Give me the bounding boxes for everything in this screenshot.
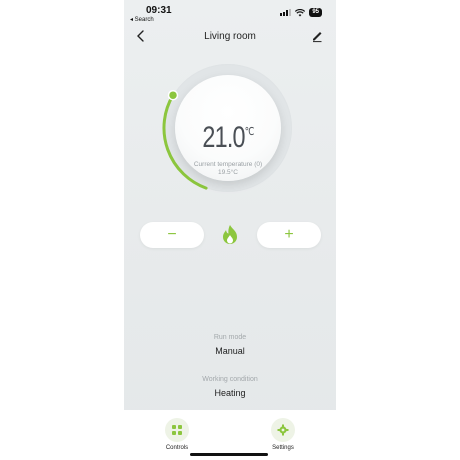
run-mode-value[interactable]: Manual: [124, 346, 336, 356]
signal-icon: [280, 9, 292, 16]
grid-icon: [165, 418, 189, 442]
gear-icon: [271, 418, 295, 442]
edit-pencil-icon[interactable]: [310, 29, 324, 43]
battery-badge: 95: [309, 8, 322, 17]
setpoint-temperature: 21.0℃: [187, 121, 270, 155]
tab-controls[interactable]: Controls: [152, 418, 202, 451]
run-mode-label: Run mode: [213, 334, 247, 341]
wifi-icon: [295, 8, 306, 16]
dial-face: 21.0℃ Current temperature (0) 19.5°C: [175, 75, 281, 181]
tab-controls-label: Controls: [165, 445, 189, 451]
working-condition-value: Heating: [214, 388, 246, 398]
setpoint-value: 21.0: [202, 121, 245, 154]
dial-handle[interactable]: [167, 89, 179, 101]
decrease-temperature-button[interactable]: −: [140, 222, 204, 248]
status-icons: 95: [280, 8, 322, 17]
tab-settings[interactable]: Settings: [258, 418, 308, 451]
status-time: 09:31: [146, 5, 172, 16]
back-to-app-link[interactable]: ◂ Search: [130, 16, 154, 23]
app-screen: 09:31 ◂ Search 95 Living room 21.0℃ Curr…: [124, 0, 336, 460]
setpoint-unit: ℃: [244, 126, 255, 138]
thermostat-dial[interactable]: 21.0℃ Current temperature (0) 19.5°C: [154, 64, 302, 212]
tab-settings-label: Settings: [272, 445, 294, 451]
working-condition-label: Working condition: [202, 376, 258, 383]
increase-temperature-button[interactable]: +: [257, 222, 321, 248]
current-temperature-label: Current temperature (0): [193, 161, 263, 168]
page-title: Living room: [204, 31, 256, 42]
flame-icon: [223, 225, 237, 244]
home-indicator: [190, 453, 268, 456]
current-temperature-value: 19.5°C: [218, 169, 238, 176]
